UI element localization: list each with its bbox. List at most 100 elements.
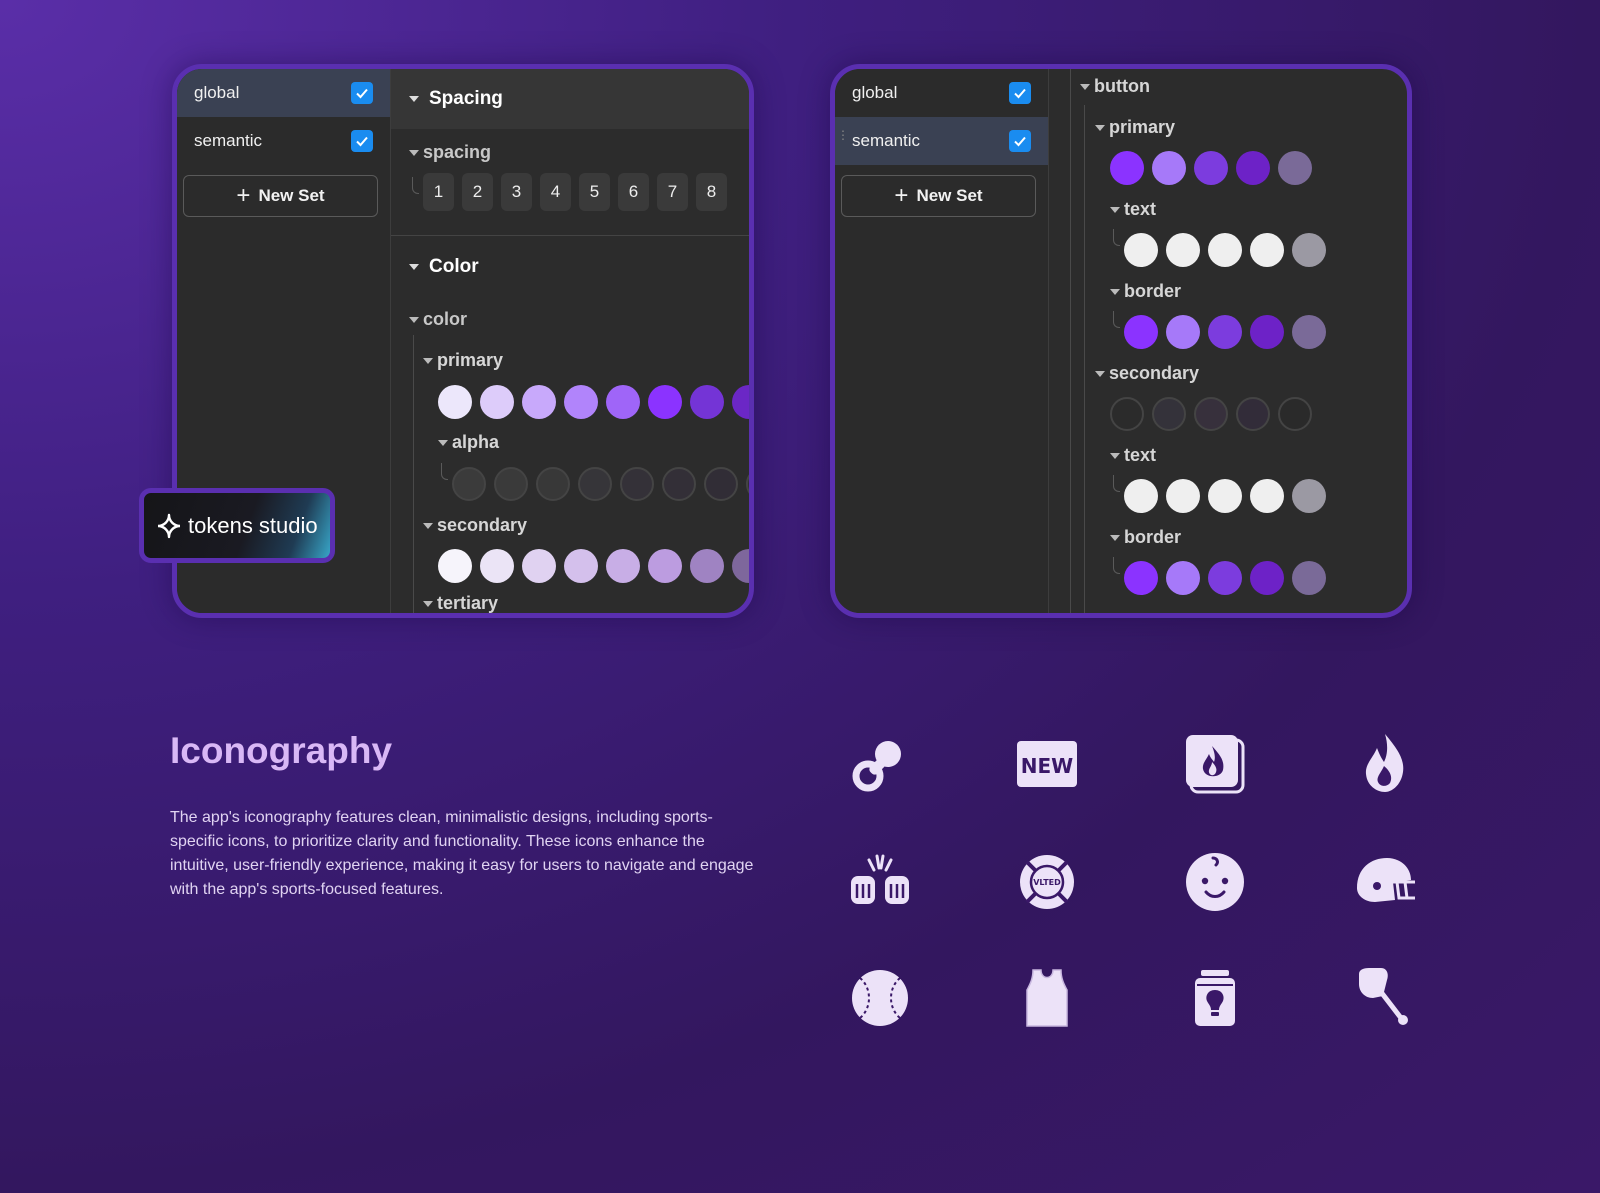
- color-token-swatch[interactable]: [662, 467, 696, 501]
- color-token-swatch[interactable]: [1166, 561, 1200, 595]
- set-item-global[interactable]: global: [835, 69, 1048, 117]
- group-label: border: [1124, 527, 1182, 547]
- color-token-swatch[interactable]: [1110, 397, 1144, 431]
- color-token-swatch[interactable]: [522, 549, 556, 583]
- color-token-swatch[interactable]: [1208, 479, 1242, 513]
- color-token-swatch[interactable]: [1152, 151, 1186, 185]
- group-primary[interactable]: primary: [1095, 117, 1175, 138]
- color-token-swatch[interactable]: [1236, 397, 1270, 431]
- color-token-swatch[interactable]: [564, 385, 598, 419]
- color-token-swatch[interactable]: [480, 385, 514, 419]
- color-token-swatch[interactable]: [1124, 561, 1158, 595]
- set-item-global[interactable]: global: [177, 69, 390, 117]
- color-token-swatch[interactable]: [1278, 397, 1312, 431]
- spacing-token-chip[interactable]: 3: [501, 173, 532, 211]
- spacing-token-chip[interactable]: 5: [579, 173, 610, 211]
- group-label: primary: [437, 350, 504, 370]
- color-token-swatch[interactable]: [1124, 479, 1158, 513]
- color-token-swatch[interactable]: [1292, 315, 1326, 349]
- group-label: button: [1094, 76, 1150, 96]
- group-border[interactable]: border: [1110, 281, 1181, 302]
- caret-down-icon: [1110, 452, 1120, 459]
- color-token-swatch[interactable]: [1124, 233, 1158, 267]
- color-token-swatch[interactable]: [522, 385, 556, 419]
- color-token-swatch[interactable]: [1292, 561, 1326, 595]
- set-checkbox-global[interactable]: [351, 82, 373, 104]
- group-color[interactable]: color: [409, 309, 467, 330]
- color-token-swatch[interactable]: [1250, 561, 1284, 595]
- color-token-swatch[interactable]: [452, 467, 486, 501]
- color-token-swatch[interactable]: [1194, 151, 1228, 185]
- group-secondary[interactable]: secondary: [423, 515, 527, 536]
- spacing-token-chip[interactable]: 6: [618, 173, 649, 211]
- color-token-swatch[interactable]: [480, 549, 514, 583]
- tokens-studio-wordmark: tokens studio: [188, 512, 318, 538]
- new-set-button[interactable]: + New Set: [183, 175, 378, 217]
- color-token-swatch[interactable]: [494, 467, 528, 501]
- set-item-semantic[interactable]: semantic: [177, 117, 390, 165]
- color-token-swatch[interactable]: [1166, 315, 1200, 349]
- section-header-spacing[interactable]: Spacing: [391, 69, 749, 129]
- color-token-swatch[interactable]: [564, 549, 598, 583]
- group-spacing[interactable]: spacing: [409, 142, 491, 163]
- group-tertiary[interactable]: tertiary: [423, 593, 498, 613]
- caret-down-icon: [1080, 83, 1090, 90]
- color-token-swatch[interactable]: [1166, 233, 1200, 267]
- tokens-studio-logo-badge: tokens studio: [139, 488, 335, 563]
- spacing-token-chip[interactable]: 7: [657, 173, 688, 211]
- group-alpha[interactable]: alpha: [438, 432, 499, 453]
- color-token-swatch[interactable]: [732, 549, 749, 583]
- color-token-swatch[interactable]: [746, 467, 749, 501]
- color-token-swatch[interactable]: [648, 385, 682, 419]
- color-token-swatch[interactable]: [1152, 397, 1186, 431]
- group-primary[interactable]: primary: [423, 350, 503, 371]
- color-token-swatch[interactable]: [704, 467, 738, 501]
- spacing-token-chip[interactable]: 2: [462, 173, 493, 211]
- group-border[interactable]: border: [1110, 527, 1181, 548]
- color-token-swatch[interactable]: [690, 549, 724, 583]
- set-checkbox-global[interactable]: [1009, 82, 1031, 104]
- color-token-swatch[interactable]: [536, 467, 570, 501]
- group-text[interactable]: text: [1110, 445, 1156, 466]
- new-set-button[interactable]: + New Set: [841, 175, 1036, 217]
- color-token-swatch[interactable]: [1250, 233, 1284, 267]
- color-token-swatch[interactable]: [1208, 561, 1242, 595]
- group-button[interactable]: button: [1080, 76, 1150, 97]
- color-token-swatch[interactable]: [438, 549, 472, 583]
- set-checkbox-semantic[interactable]: [351, 130, 373, 152]
- color-token-swatch[interactable]: [1236, 151, 1270, 185]
- color-token-swatch[interactable]: [690, 385, 724, 419]
- set-item-semantic[interactable]: ⋮ semantic: [835, 117, 1048, 165]
- color-token-swatch[interactable]: [606, 385, 640, 419]
- group-text[interactable]: text: [1110, 199, 1156, 220]
- color-token-swatch[interactable]: [1250, 315, 1284, 349]
- spacing-token-chip[interactable]: 8: [696, 173, 727, 211]
- color-token-swatch[interactable]: [1166, 479, 1200, 513]
- color-token-swatch[interactable]: [606, 549, 640, 583]
- color-token-swatch[interactable]: [578, 467, 612, 501]
- color-token-swatch[interactable]: [620, 467, 654, 501]
- color-token-swatch[interactable]: [1208, 233, 1242, 267]
- drag-handle-icon[interactable]: ⋮: [837, 129, 849, 141]
- color-token-swatch[interactable]: [1292, 479, 1326, 513]
- button-secondary-swatches: [1110, 397, 1312, 431]
- spacing-token-chip[interactable]: 4: [540, 173, 571, 211]
- spacing-token-chip[interactable]: 1: [423, 173, 454, 211]
- new-set-label: New Set: [258, 186, 325, 205]
- color-token-swatch[interactable]: [648, 549, 682, 583]
- color-token-swatch[interactable]: [1208, 315, 1242, 349]
- section-header-color[interactable]: Color: [391, 237, 749, 297]
- color-token-swatch[interactable]: [1250, 479, 1284, 513]
- fire-card-icon: [1180, 729, 1250, 799]
- color-token-swatch[interactable]: [1194, 397, 1228, 431]
- color-token-swatch[interactable]: [1278, 151, 1312, 185]
- color-token-swatch[interactable]: [438, 385, 472, 419]
- set-checkbox-semantic[interactable]: [1009, 130, 1031, 152]
- color-token-swatch[interactable]: [1292, 233, 1326, 267]
- color-token-swatch[interactable]: [1124, 315, 1158, 349]
- plus-icon: +: [894, 182, 909, 209]
- color-token-swatch[interactable]: [1110, 151, 1144, 185]
- color-token-swatch[interactable]: [732, 385, 749, 419]
- button-primary-swatches: [1110, 151, 1312, 185]
- group-secondary[interactable]: secondary: [1095, 363, 1199, 384]
